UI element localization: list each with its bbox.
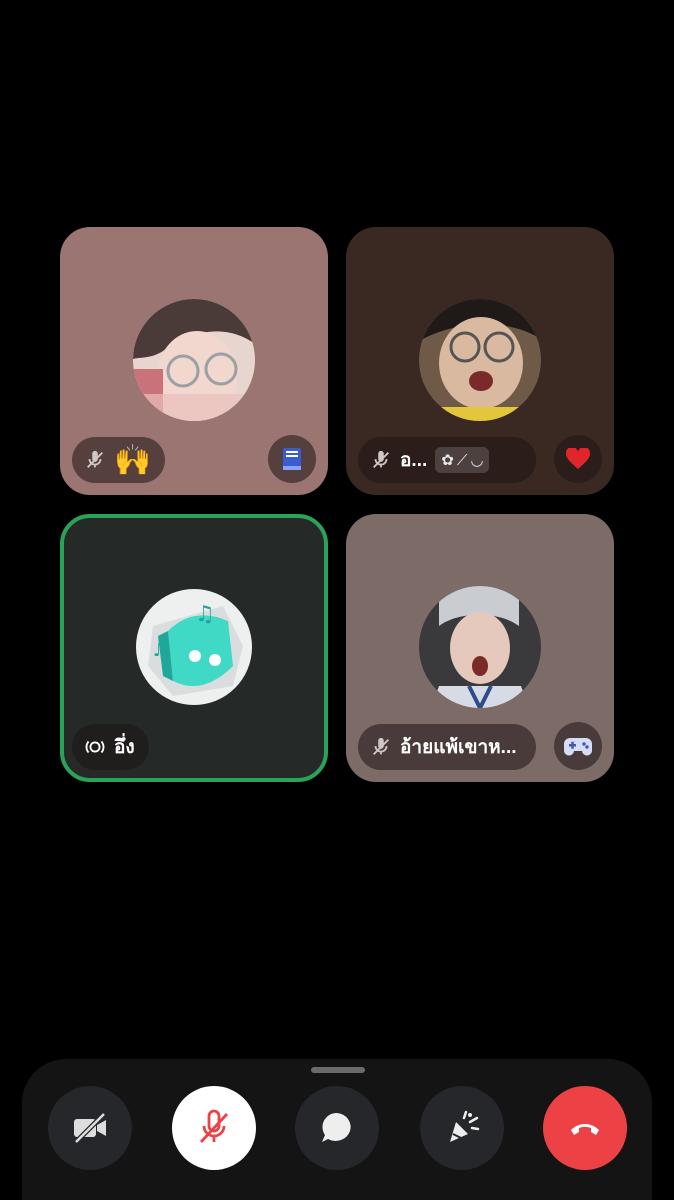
participant-tile-1[interactable]: 🙌 (60, 227, 328, 495)
participant-name: อ... (400, 450, 428, 471)
avatar: ♫ ♪ (133, 586, 255, 708)
svg-text:♪: ♪ (153, 640, 165, 661)
chat-button[interactable] (295, 1086, 379, 1170)
participant-label: อึ่ง (72, 724, 149, 770)
heart-icon (566, 448, 590, 469)
participant-label: อ... ✿ ⟋ ◡ (358, 437, 536, 483)
end-call-button[interactable] (543, 1086, 627, 1170)
status-emoji: 🙌 (114, 442, 152, 478)
participant-name: อึ่ง (114, 737, 135, 758)
camera-off-icon (74, 1112, 106, 1144)
rocket-party-icon (450, 1110, 480, 1142)
svg-text:♫: ♫ (195, 602, 215, 627)
participant-tile-4[interactable]: อ้ายแพ้เขาห... (346, 514, 614, 782)
avatar (419, 299, 541, 421)
participant-label: 🙌 (72, 437, 166, 483)
mic-off-icon (199, 1109, 229, 1143)
camera-toggle-button[interactable] (48, 1086, 132, 1170)
profile-tags: ✿ ⟋ ◡ (435, 447, 490, 473)
hangup-icon (571, 1124, 599, 1135)
chat-bubble-icon (322, 1112, 351, 1142)
participant-tile-2[interactable]: อ... ✿ ⟋ ◡ (346, 227, 614, 495)
participant-tile-3[interactable]: ♫ ♪ อึ่ง (60, 514, 328, 782)
avatar (133, 299, 255, 421)
book-icon (283, 448, 301, 470)
mic-muted-icon (373, 737, 389, 755)
speaking-icon (85, 740, 105, 754)
avatar (419, 586, 541, 708)
participant-label: อ้ายแพ้เขาห... (358, 724, 536, 770)
activity-badge[interactable] (554, 722, 602, 770)
activities-button[interactable] (420, 1086, 504, 1170)
activity-badge[interactable] (554, 435, 602, 483)
drawer-handle[interactable] (311, 1067, 365, 1073)
gamepad-icon (564, 738, 592, 756)
activity-badge[interactable] (268, 435, 316, 483)
mic-muted-icon (373, 450, 389, 468)
participant-name: อ้ายแพ้เขาห... (400, 737, 517, 758)
mic-muted-icon (87, 450, 103, 468)
mic-toggle-button[interactable] (172, 1086, 256, 1170)
